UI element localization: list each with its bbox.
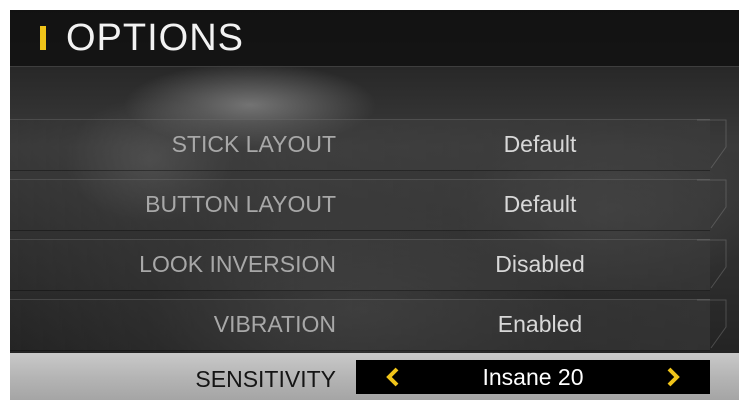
- value-selector[interactable]: Insane 20: [356, 360, 710, 394]
- row-corner-decoration: [697, 299, 727, 349]
- option-row-sensitivity[interactable]: SENSITIVITY Insane 20: [10, 353, 739, 400]
- options-screen: OPTIONS STICK LAYOUT Default BUTTON LAYO…: [10, 10, 739, 400]
- page-title: OPTIONS: [66, 17, 245, 59]
- option-value: Default: [503, 131, 577, 157]
- option-label: SENSITIVITY: [195, 366, 336, 392]
- option-value: Enabled: [497, 311, 583, 337]
- option-label: STICK LAYOUT: [171, 131, 336, 157]
- option-label: VIBRATION: [213, 311, 336, 337]
- option-label: BUTTON LAYOUT: [145, 191, 336, 217]
- option-value: Disabled: [495, 251, 585, 277]
- chevron-right-icon[interactable]: [658, 360, 688, 394]
- row-corner-decoration: [697, 119, 727, 169]
- title-bar: OPTIONS: [10, 10, 739, 67]
- row-corner-decoration: [697, 239, 727, 289]
- selected-value: Insane 20: [482, 364, 584, 390]
- title-accent-bar: [40, 26, 46, 50]
- option-row-button-layout[interactable]: BUTTON LAYOUT Default: [10, 179, 739, 231]
- option-value: Default: [503, 191, 577, 217]
- option-row-vibration[interactable]: VIBRATION Enabled: [10, 299, 739, 351]
- option-row-look-inversion[interactable]: LOOK INVERSION Disabled: [10, 239, 739, 291]
- row-corner-decoration: [697, 179, 727, 229]
- option-row-stick-layout[interactable]: STICK LAYOUT Default: [10, 119, 739, 171]
- chevron-left-icon[interactable]: [378, 360, 408, 394]
- option-label: LOOK INVERSION: [139, 251, 336, 277]
